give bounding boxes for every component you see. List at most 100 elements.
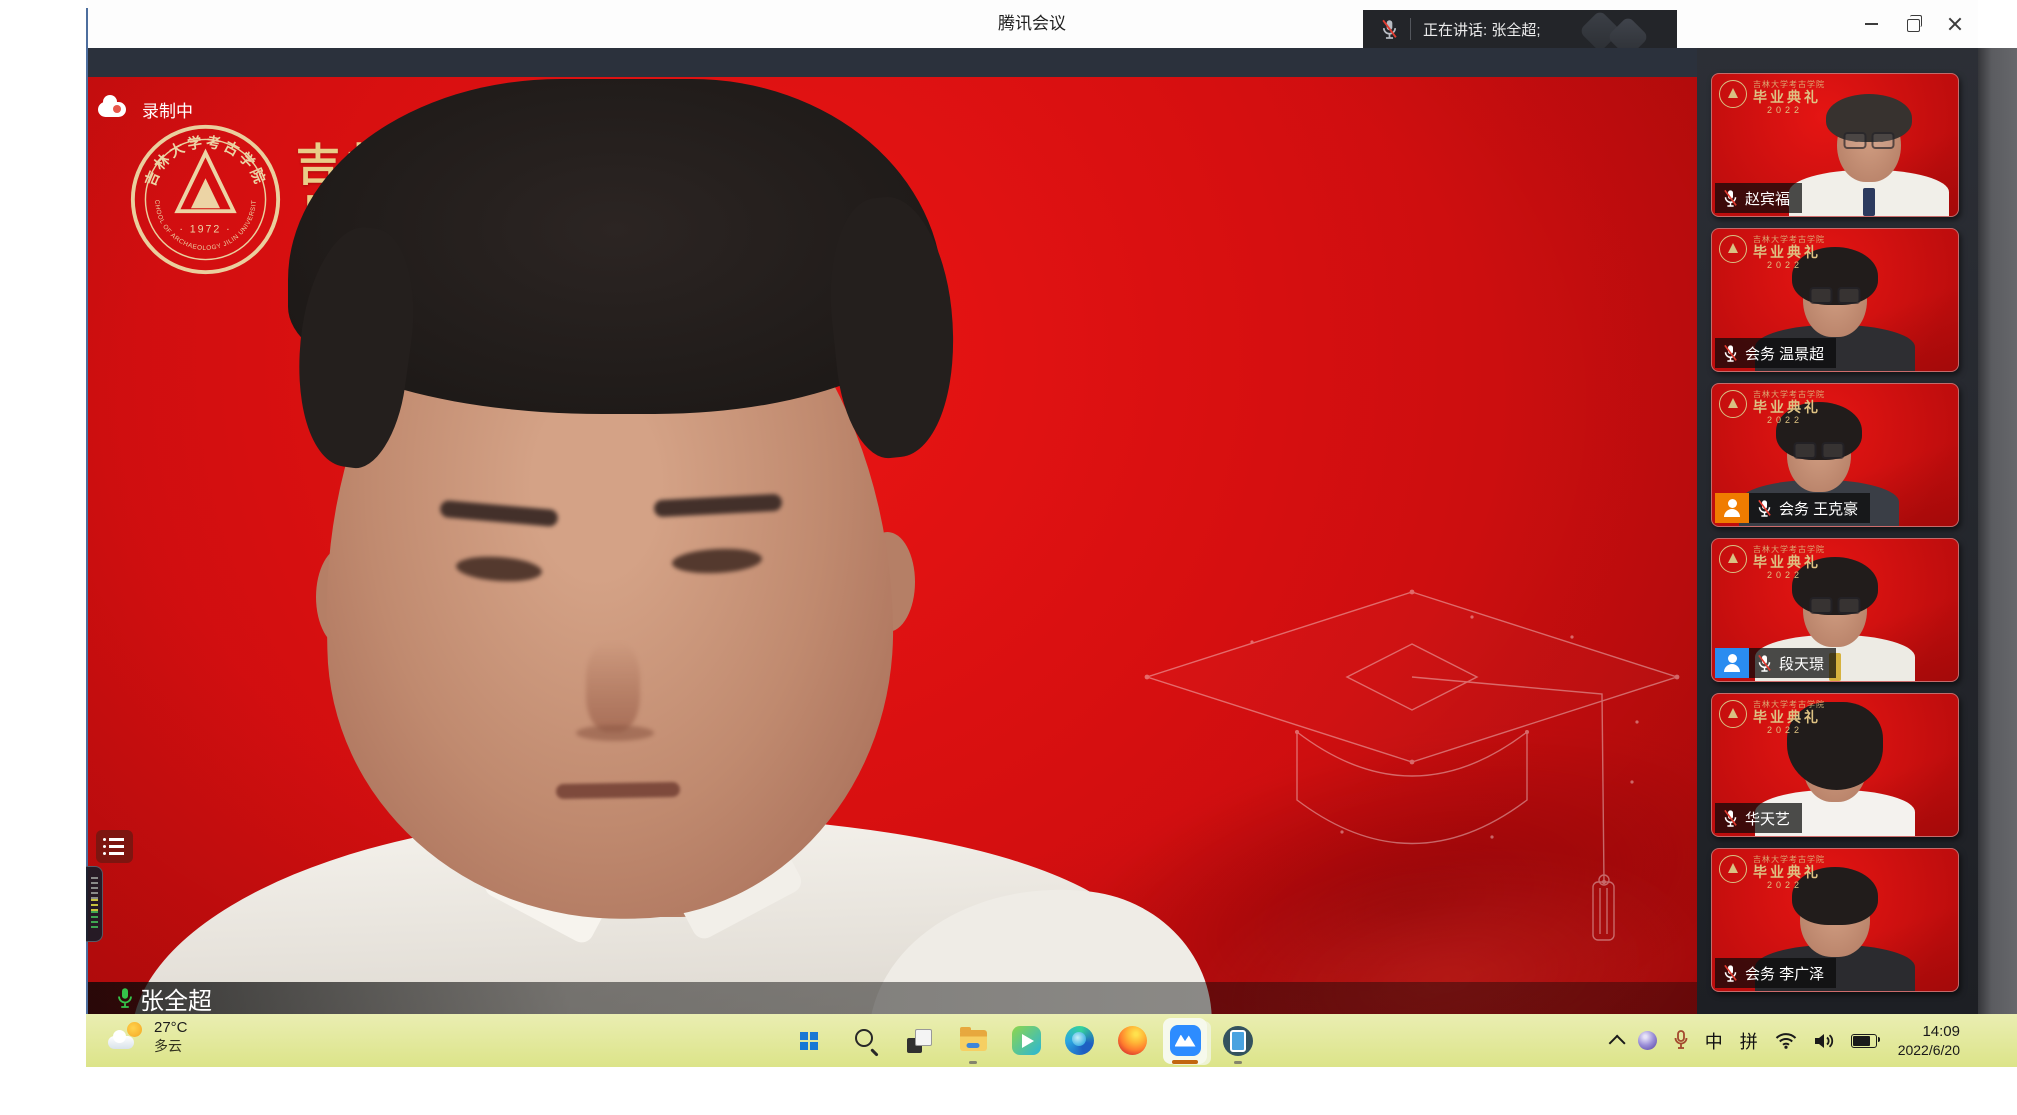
ime-mode-indicator[interactable]: 拼 (1740, 1028, 1758, 1054)
taskbar-app-firefox[interactable] (1110, 1018, 1154, 1064)
glasses (1810, 287, 1861, 304)
participant-tile[interactable]: 吉林大学考古学院 毕业典礼 2022 会务 温景超 (1711, 228, 1959, 372)
close-icon (1948, 17, 1962, 31)
taskbar-apps (792, 1017, 1260, 1064)
participant-name: 会务 温景超 (1745, 343, 1824, 364)
list-icon (103, 838, 133, 841)
taskbar-app-microsoft-edge[interactable] (1057, 1018, 1101, 1064)
participant-list-toggle-button[interactable] (96, 830, 133, 863)
participant-name: 会务 李广泽 (1745, 963, 1824, 984)
wifi-icon (1775, 1032, 1797, 1049)
audio-meter-icon (91, 877, 98, 899)
school-seal-icon (1719, 855, 1747, 883)
participant-tile[interactable]: 吉林大学考古学院 毕业典礼 2022 华天艺 (1711, 693, 1959, 837)
muted-mic-icon (1723, 344, 1738, 363)
school-seal-icon (1719, 390, 1747, 418)
phone-link-icon (1223, 1026, 1253, 1056)
muted-mic-icon (1723, 809, 1738, 828)
weather-temperature: 27°C (154, 1019, 188, 1038)
firefox-icon (1118, 1026, 1147, 1055)
participant-name: 华天艺 (1745, 808, 1790, 829)
taskbar-clock[interactable]: 14:09 2022/6/20 (1898, 1022, 1960, 1060)
task-view-icon (905, 1026, 935, 1056)
system-tray: 中 拼 14:09 2022/6/20 (1609, 1014, 1960, 1067)
taskbar-app-file-explorer[interactable] (951, 1018, 995, 1064)
tile-banner: 吉林大学考古学院 毕业典礼 2022 (1719, 700, 1825, 736)
hidden-icons-chevron[interactable] (1609, 1035, 1621, 1047)
banner-school-name: 吉林大学考古学院 (1753, 700, 1825, 709)
restore-icon (1907, 19, 1920, 32)
speaking-indicator[interactable]: 正在讲话: 张全超; (1363, 10, 1677, 48)
banner-title: 毕业典礼 (1753, 554, 1825, 570)
school-seal-icon (1719, 545, 1747, 573)
participants-sidebar: 吉林大学考古学院 毕业典礼 2022 赵宾福 (1697, 48, 1978, 1014)
taskbar-app-phone-link[interactable] (1216, 1018, 1260, 1064)
taskbar-app-windows-start[interactable] (792, 1018, 836, 1064)
clock-date: 2022/6/20 (1898, 1041, 1960, 1059)
audio-level-handle[interactable] (86, 866, 103, 942)
tile-banner: 吉林大学考古学院 毕业典礼 2022 (1719, 80, 1825, 116)
taskbar-app-search[interactable] (845, 1018, 889, 1064)
banner-year: 2022 (1767, 880, 1825, 890)
participant-label: 会务 王克豪 (1715, 493, 1870, 523)
weather-condition: 多云 (154, 1038, 188, 1056)
taskbar-app-media-player[interactable] (1004, 1018, 1048, 1064)
weather-widget[interactable]: 27°C 多云 (108, 1019, 188, 1055)
muted-mic-icon (1381, 18, 1398, 41)
banner-school-name: 吉林大学考古学院 (1753, 235, 1825, 244)
banner-title: 毕业典礼 (1753, 244, 1825, 260)
banner-year: 2022 (1767, 260, 1825, 270)
taskbar-app-tencent-meeting[interactable] (1163, 1018, 1207, 1064)
glasses (1794, 442, 1845, 459)
media-player-icon (1012, 1026, 1041, 1055)
muted-mic-icon (1723, 189, 1738, 208)
school-seal-icon (1719, 235, 1747, 263)
divider (1410, 18, 1411, 40)
banner-year: 2022 (1767, 570, 1825, 580)
windows-start-icon (799, 1026, 829, 1056)
microphone-icon (1674, 1030, 1688, 1051)
participant-tile[interactable]: 吉林大学考古学院 毕业典礼 2022 段天璟 (1711, 538, 1959, 682)
participant-tile[interactable]: 吉林大学考古学院 毕业典礼 2022 赵宾福 (1711, 73, 1959, 217)
banner-year: 2022 (1767, 725, 1825, 735)
role-badge (1715, 648, 1749, 678)
main-video[interactable]: 吉林大学考 毕 业 吉林大学考古学院 SCHOOL OF ARCHAEOLOGY… (88, 77, 1697, 1014)
school-seal-icon (1719, 700, 1747, 728)
avatar-icon (1638, 1031, 1657, 1050)
meeting-logo-watermark (1607, 16, 1649, 48)
tray-app-avatar[interactable] (1638, 1031, 1657, 1050)
tile-banner: 吉林大学考古学院 毕业典礼 2022 (1719, 390, 1825, 426)
muted-mic-icon (1757, 499, 1772, 518)
minimize-icon (1865, 23, 1878, 25)
glasses (1844, 132, 1895, 149)
partly-cloudy-icon (108, 1022, 144, 1052)
muted-mic-icon (1757, 654, 1772, 673)
banner-school-name: 吉林大学考古学院 (1753, 80, 1825, 89)
person-icon (1722, 499, 1742, 517)
speaker-icon (1814, 1033, 1834, 1049)
participant-tile[interactable]: 吉林大学考古学院 毕业典礼 2022 会务 王克豪 (1711, 383, 1959, 527)
wifi-status[interactable] (1775, 1032, 1797, 1049)
tile-banner: 吉林大学考古学院 毕业典礼 2022 (1719, 545, 1825, 581)
tray-microphone[interactable] (1674, 1030, 1688, 1051)
banner-title: 毕业典礼 (1753, 399, 1825, 415)
banner-school-name: 吉林大学考古学院 (1753, 545, 1825, 554)
running-indicator (1172, 1060, 1198, 1064)
sidebar-scrollbar-track[interactable] (1978, 48, 2017, 1014)
banner-title: 毕业典礼 (1753, 864, 1825, 880)
close-button[interactable] (1940, 9, 1970, 39)
minimize-button[interactable] (1856, 9, 1886, 39)
tencent-meeting-icon (1170, 1025, 1201, 1056)
speaker-name-bar: 张全超 (88, 982, 1697, 1014)
participant-name: 段天璟 (1779, 653, 1824, 674)
ime-language-indicator[interactable]: 中 (1705, 1028, 1723, 1054)
role-badge (1715, 493, 1749, 523)
volume-status[interactable] (1814, 1033, 1834, 1049)
participant-label: 会务 温景超 (1715, 338, 1836, 368)
participant-tile[interactable]: 吉林大学考古学院 毕业典礼 2022 会务 李广泽 (1711, 848, 1959, 992)
taskbar-app-task-view[interactable] (898, 1018, 942, 1064)
glasses (1810, 597, 1861, 614)
microsoft-edge-icon (1065, 1026, 1094, 1055)
restore-button[interactable] (1898, 9, 1928, 39)
battery-status[interactable] (1851, 1034, 1877, 1048)
